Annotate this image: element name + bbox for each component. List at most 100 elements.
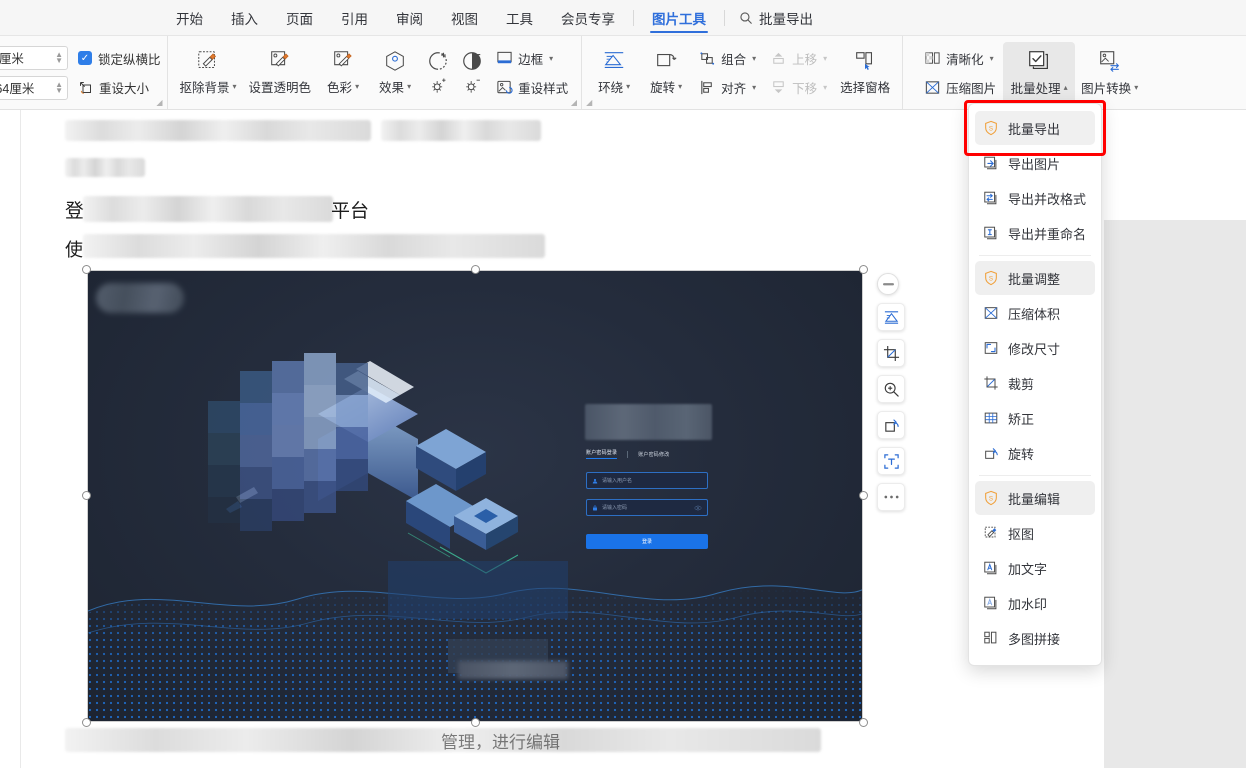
dropdown-item-batch-export[interactable]: S 批量导出 [975, 111, 1095, 145]
export-picture-icon [983, 155, 999, 171]
dropdown-section-batch-edit[interactable]: S 批量编辑 [975, 481, 1095, 515]
dropdown-label: 加水印 [1008, 596, 1048, 612]
reset-size-button[interactable]: 重设大小 [78, 78, 161, 97]
redacted-text-line [83, 196, 333, 222]
dropdown-section-batch-adjust[interactable]: S 批量调整 [975, 261, 1095, 295]
dropdown-item-export-rename[interactable]: 导出并重命名 [975, 216, 1095, 250]
add-watermark-icon [983, 595, 999, 611]
user-icon [592, 478, 598, 484]
border-button[interactable]: 边框 ▾ [489, 45, 575, 72]
resize-handle-w[interactable] [82, 491, 91, 500]
menu-item-insert[interactable]: 插入 [217, 0, 272, 36]
document-page[interactable]: 登 平台 使 账户密码登录 账户密码修改 请输入用户名 请输入密码 登录 管理，… [20, 110, 920, 768]
text-wrap-button[interactable]: 环绕 ▾ [588, 42, 640, 104]
blurred-logo [96, 283, 184, 313]
dropdown-item-straighten[interactable]: 矫正 [975, 401, 1095, 435]
collapse-minus-icon[interactable] [877, 273, 899, 295]
bring-forward-label: 上移 [792, 52, 818, 67]
float-rotate-button[interactable] [877, 411, 905, 439]
menu-item-picture-tools[interactable]: 图片工具 [638, 0, 720, 36]
brightness-up-button[interactable] [421, 42, 455, 104]
resize-handle-n[interactable] [471, 265, 480, 274]
dropdown-item-crop[interactable]: 裁剪 [975, 366, 1095, 400]
remove-background-icon [196, 49, 220, 73]
dropdown-item-resize[interactable]: 修改尺寸 [975, 331, 1095, 365]
menu-item-start[interactable]: 开始 [162, 0, 217, 36]
menu-item-reference[interactable]: 引用 [327, 0, 382, 36]
sharpen-button[interactable]: 清晰化 ▾ [917, 45, 1003, 72]
batch-process-button[interactable]: 批量处理 ▴ [1003, 41, 1076, 104]
color-label: 色彩 [327, 81, 353, 95]
chevron-down-icon: ▾ [355, 82, 360, 91]
login-card-tabs: 账户密码登录 账户密码修改 [586, 449, 669, 459]
dropdown-item-rotate[interactable]: 旋转 [975, 436, 1095, 470]
redacted-text-line [83, 234, 545, 258]
resize-handle-s[interactable] [471, 718, 480, 727]
group-expand-icon[interactable]: ◢ [571, 98, 577, 107]
crop-icon [983, 375, 999, 391]
brightness-down-button[interactable] [455, 42, 489, 104]
compress-picture-button[interactable]: 压缩图片 [917, 74, 1003, 101]
float-crop-button[interactable] [877, 339, 905, 367]
login-username-placeholder: 请输入用户名 [602, 478, 633, 484]
height-stepper[interactable]: ▲ ▼ [55, 50, 63, 64]
menu-item-review[interactable]: 审阅 [382, 0, 437, 36]
image-float-toolbar [877, 273, 905, 511]
set-transparent-color-button[interactable]: 设置透明色 [243, 42, 318, 104]
dropdown-label: 修改尺寸 [1008, 341, 1061, 357]
picture-convert-button[interactable]: 图片转换 ▾ [1075, 42, 1144, 104]
rotate-icon [654, 49, 678, 73]
width-stepper[interactable]: ▲ ▼ [55, 80, 63, 94]
dropdown-label: 批量调整 [1008, 271, 1061, 287]
remove-background-button[interactable]: 抠除背景 ▾ [174, 42, 243, 104]
size-inputs: 24厘米 ▲▼ 4.64厘米 ▲▼ [0, 45, 68, 100]
float-extract-text-button[interactable] [877, 447, 905, 475]
search-input[interactable]: 批量导出 [759, 8, 813, 28]
menu-item-view[interactable]: 视图 [437, 0, 492, 36]
dropdown-divider [979, 255, 1091, 256]
rotate-button[interactable]: 旋转 ▾ [640, 42, 692, 104]
height-input[interactable]: 24厘米 ▲▼ [0, 45, 68, 70]
resize-handle-e[interactable] [859, 491, 868, 500]
resize-handle-sw[interactable] [82, 718, 91, 727]
selected-image[interactable]: 账户密码登录 账户密码修改 请输入用户名 请输入密码 登录 [82, 265, 868, 727]
width-input[interactable]: 4.64厘米 ▲▼ [0, 75, 68, 100]
menu-item-member[interactable]: 会员专享 [547, 0, 629, 36]
color-button[interactable]: 色彩 ▾ [317, 42, 369, 104]
right-gray-strip [1104, 220, 1246, 768]
bring-forward-button[interactable]: 上移 ▾ [763, 45, 834, 72]
align-button[interactable]: 对齐 ▾ [692, 74, 763, 101]
dropdown-item-add-watermark[interactable]: 加水印 [975, 586, 1095, 620]
search-box[interactable]: 批量导出 [729, 0, 823, 36]
dropdown-item-photo-stitch[interactable]: 多图拼接 [975, 621, 1095, 655]
dropdown-label: 导出并重命名 [1008, 226, 1087, 242]
resize-icon [983, 340, 999, 356]
dropdown-item-add-text[interactable]: 加文字 [975, 551, 1095, 585]
dropdown-item-export-change-format[interactable]: 导出并改格式 [975, 181, 1095, 215]
dropdown-item-cutout[interactable]: 抠图 [975, 516, 1095, 550]
group-expand-icon[interactable]: ◢ [586, 98, 592, 107]
float-more-options-button[interactable] [877, 483, 905, 511]
group-button[interactable]: 组合 ▾ [692, 45, 763, 72]
login-submit-button: 登录 [586, 534, 708, 549]
lock-aspect-ratio-checkbox[interactable]: ✓ 锁定纵横比 [78, 49, 161, 68]
selection-pane-button[interactable]: 选择窗格 [834, 42, 896, 104]
dropdown-item-compress-size[interactable]: 压缩体积 [975, 296, 1095, 330]
float-zoom-button[interactable] [877, 375, 905, 403]
menu-item-label: 工具 [506, 11, 533, 27]
group-expand-icon[interactable]: ◢ [156, 98, 162, 107]
resize-handle-ne[interactable] [859, 265, 868, 274]
effects-button[interactable]: 效果 ▾ [369, 42, 421, 104]
menu-item-tools[interactable]: 工具 [492, 0, 547, 36]
float-text-wrap-button[interactable] [877, 303, 905, 331]
dropdown-item-export-picture[interactable]: 导出图片 [975, 146, 1095, 180]
resize-handle-se[interactable] [859, 718, 868, 727]
reset-style-button[interactable]: 重设样式 [489, 74, 575, 101]
photo-stitch-icon [983, 630, 999, 646]
picture-convert-label: 图片转换 [1081, 82, 1132, 96]
menu-item-page[interactable]: 页面 [272, 0, 327, 36]
resize-handle-nw[interactable] [82, 265, 91, 274]
send-backward-button[interactable]: 下移 ▾ [763, 74, 834, 101]
remove-background-label: 抠除背景 [179, 81, 230, 95]
menu-item-label: 插入 [231, 11, 258, 27]
